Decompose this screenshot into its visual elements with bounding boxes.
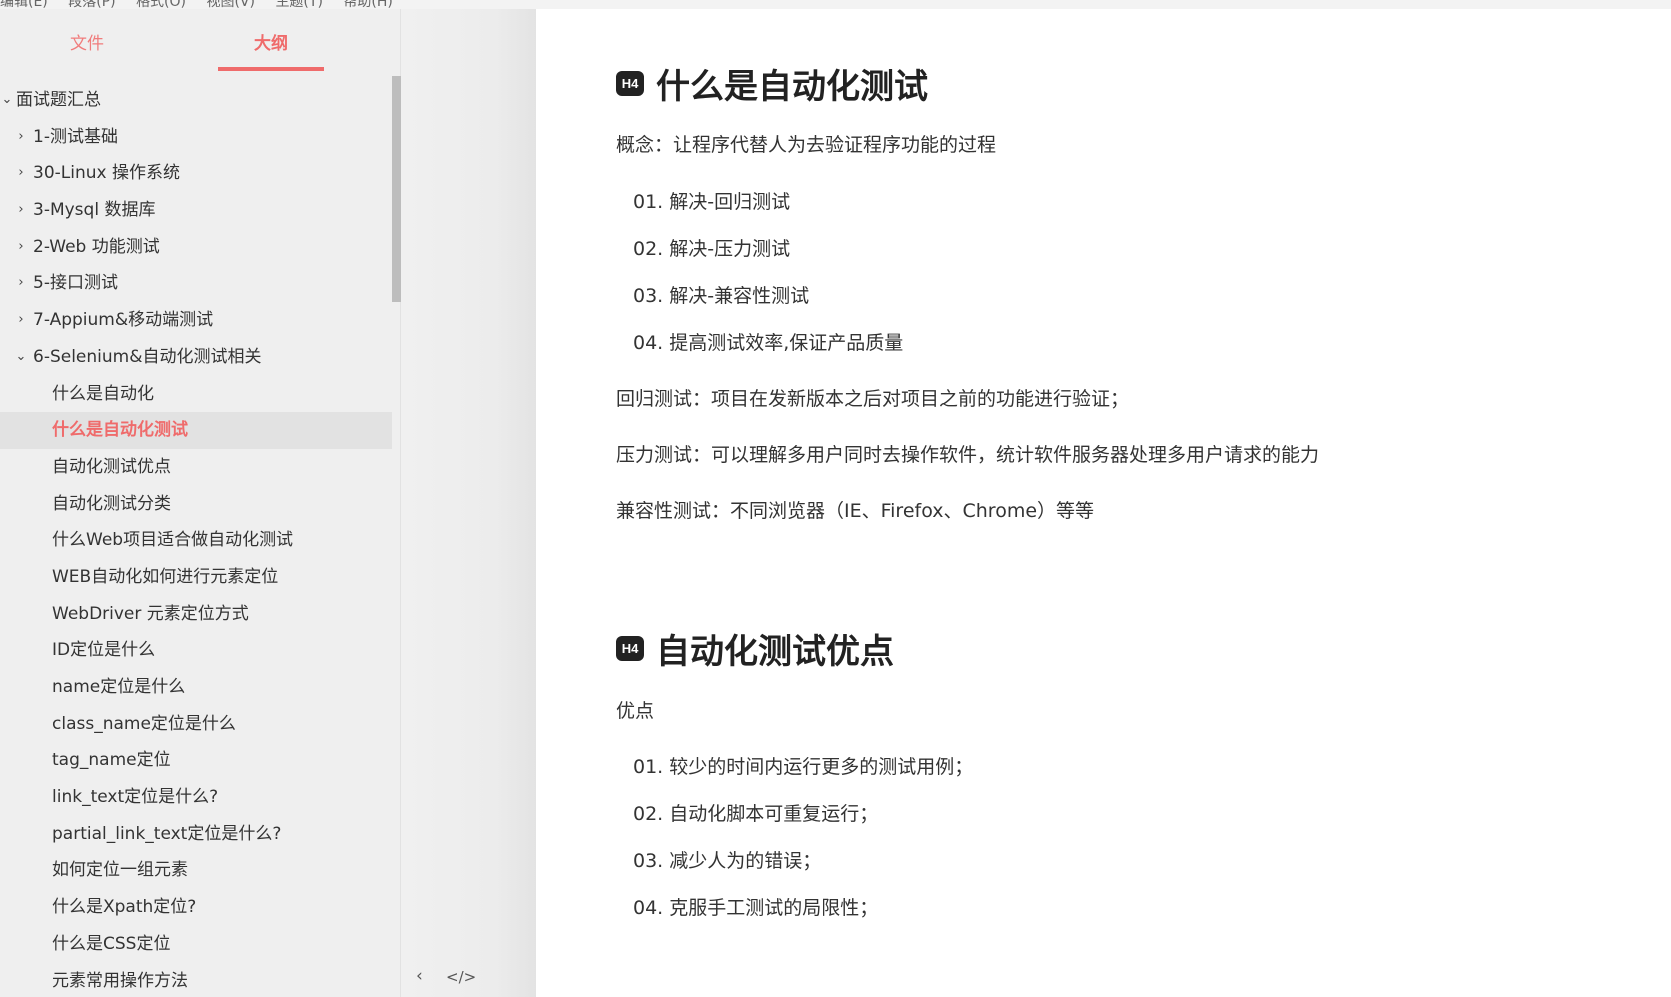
- outline-item[interactable]: 什么Web项目适合做自动化测试: [0, 522, 392, 559]
- list-item[interactable]: 02. 自动化脚本可重复运行；: [633, 799, 878, 826]
- outline-item-label: 6-Selenium&自动化测试相关: [33, 346, 262, 367]
- chevron-right-icon[interactable]: ›: [14, 302, 28, 339]
- list-item[interactable]: 03. 解决-兼容性测试: [633, 281, 809, 308]
- outline-item-label: 1-测试基础: [33, 126, 118, 147]
- outline-item[interactable]: class_name定位是什么: [0, 706, 392, 743]
- outline-item-label: 如何定位一组元素: [52, 860, 188, 881]
- outline-item[interactable]: › 5-接口测试: [0, 265, 392, 302]
- outline-item[interactable]: 什么是自动化: [0, 376, 392, 413]
- sidebar: 文件 大纲 ⌄ 面试题汇总 › 1-测试基础 › 30-Linux 操作系统 › 3-Mysq…: [0, 9, 401, 997]
- chevron-right-icon[interactable]: ›: [14, 229, 28, 266]
- chevron-right-icon[interactable]: ›: [14, 155, 28, 192]
- outline-item[interactable]: ID定位是什么: [0, 632, 392, 669]
- outline-item[interactable]: ⌄ 面试题汇总: [0, 82, 392, 119]
- outline-item[interactable]: 什么是CSS定位: [0, 926, 392, 963]
- chevron-right-icon[interactable]: ›: [14, 265, 28, 302]
- list-item[interactable]: 04. 克服手工测试的局限性；: [633, 893, 878, 920]
- outline-item-label: 30-Linux 操作系统: [33, 163, 180, 184]
- outline-item[interactable]: link_text定位是什么?: [0, 779, 392, 816]
- outline-item[interactable]: tag_name定位: [0, 742, 392, 779]
- chevron-down-icon[interactable]: ⌄: [14, 339, 28, 376]
- outline-item-label: 什么是自动化测试: [52, 420, 188, 441]
- heading-section2[interactable]: H4 自动化测试优点: [616, 626, 894, 672]
- list-item[interactable]: 03. 减少人为的错误；: [633, 846, 821, 873]
- menu-bar: 编辑(E) 段落(P) 格式(O) 视图(V) 主题(T) 帮助(H): [0, 0, 1671, 9]
- outline-item[interactable]: 元素常用操作方法: [0, 963, 392, 997]
- document-editor[interactable]: H4 什么是自动化测试 概念：让程序代替人为去验证程序功能的过程 01. 解决-…: [536, 9, 1671, 997]
- stress-paragraph[interactable]: 压力测试：可以理解多用户同时去操作软件，统计软件服务器处理多用户请求的能力: [616, 440, 1319, 467]
- outline-item[interactable]: name定位是什么: [0, 669, 392, 706]
- outline-item-label: ID定位是什么: [52, 640, 156, 661]
- heading-section2-text: 自动化测试优点: [656, 631, 894, 672]
- outline-item[interactable]: partial_link_text定位是什么?: [0, 816, 392, 853]
- tab-files-label: 文件: [70, 34, 104, 54]
- outline-item-label: WebDriver 元素定位方式: [52, 603, 249, 624]
- outline-tree: ⌄ 面试题汇总 › 1-测试基础 › 30-Linux 操作系统 › 3-Mysql 数据库 ›…: [0, 82, 392, 997]
- list-item[interactable]: 02. 解决-压力测试: [633, 234, 790, 261]
- source-code-icon[interactable]: </>: [446, 968, 476, 986]
- chevron-right-icon[interactable]: ›: [14, 192, 28, 229]
- outline-item[interactable]: 什么是自动化测试: [0, 412, 392, 449]
- outline-item[interactable]: 如何定位一组元素: [0, 852, 392, 889]
- chevron-down-icon[interactable]: ⌄: [0, 82, 14, 119]
- list-item[interactable]: 04. 提高测试效率,保证产品质量: [633, 328, 903, 355]
- h4-badge-icon: H4: [616, 635, 644, 661]
- outline-item[interactable]: ⌄ 6-Selenium&自动化测试相关: [0, 339, 392, 376]
- outline-item-label: 元素常用操作方法: [52, 970, 188, 991]
- outline-item-label: 面试题汇总: [16, 90, 101, 110]
- outline-item-label: 2-Web 功能测试: [33, 236, 160, 257]
- tab-files[interactable]: 文件: [34, 29, 140, 71]
- concept-paragraph[interactable]: 概念：让程序代替人为去验证程序功能的过程: [616, 130, 996, 157]
- outline-item[interactable]: 自动化测试分类: [0, 486, 392, 523]
- list-item[interactable]: 01. 较少的时间内运行更多的测试用例；: [633, 752, 973, 779]
- sidebar-tabs: 文件 大纲: [0, 9, 400, 71]
- outline-item[interactable]: › 30-Linux 操作系统: [0, 155, 392, 192]
- outline-item-label: 什么Web项目适合做自动化测试: [52, 530, 294, 551]
- collapse-sidebar-icon[interactable]: ‹: [416, 966, 423, 986]
- outline-item[interactable]: 什么是Xpath定位?: [0, 889, 392, 926]
- outline-item-label: 3-Mysql 数据库: [33, 200, 156, 221]
- menu-items: 编辑(E) 段落(P) 格式(O) 视图(V) 主题(T) 帮助(H): [0, 0, 409, 9]
- outline-item[interactable]: 自动化测试优点: [0, 449, 392, 486]
- regression-paragraph[interactable]: 回归测试：项目在发新版本之后对项目之前的功能进行验证；: [616, 384, 1129, 411]
- outline-item-label: 什么是自动化: [52, 383, 154, 404]
- outline-item-label: WEB自动化如何进行元素定位: [52, 566, 279, 587]
- outline-item-label: 什么是Xpath定位?: [52, 897, 197, 918]
- chevron-right-icon[interactable]: ›: [14, 119, 28, 156]
- heading-section1[interactable]: H4 什么是自动化测试: [616, 61, 928, 107]
- outline-item-label: tag_name定位: [52, 750, 171, 771]
- outline-item-label: 自动化测试优点: [52, 456, 171, 477]
- outline-item-label: 什么是CSS定位: [52, 933, 171, 954]
- sidebar-footer: ‹ </>: [401, 960, 536, 997]
- outline-item[interactable]: › 7-Appium&移动端测试: [0, 302, 392, 339]
- sidebar-gutter: [401, 9, 536, 997]
- outline-item[interactable]: › 3-Mysql 数据库: [0, 192, 392, 229]
- outline-item[interactable]: › 2-Web 功能测试: [0, 229, 392, 266]
- compat-paragraph[interactable]: 兼容性测试：不同浏览器（IE、Firefox、Chrome）等等: [616, 496, 1094, 523]
- sidebar-scrollbar[interactable]: [392, 76, 401, 302]
- menu-format[interactable]: 格式(O): [136, 0, 186, 9]
- active-tab-underline: [218, 67, 324, 71]
- outline-item-label: partial_link_text定位是什么?: [52, 823, 282, 844]
- tab-outline[interactable]: 大纲: [218, 29, 324, 71]
- menu-paragraph[interactable]: 段落(P): [68, 0, 115, 9]
- menu-view[interactable]: 视图(V): [206, 0, 255, 9]
- menu-edit[interactable]: 编辑(E): [0, 0, 48, 9]
- outline-item[interactable]: WebDriver 元素定位方式: [0, 596, 392, 633]
- tab-outline-label: 大纲: [254, 34, 288, 54]
- outline-item-label: link_text定位是什么?: [52, 787, 219, 808]
- outline-item-label: name定位是什么: [52, 677, 186, 697]
- outline-item-label: 自动化测试分类: [52, 493, 171, 514]
- outline-item-label: class_name定位是什么: [52, 713, 236, 734]
- outline-item-label: 5-接口测试: [33, 273, 118, 294]
- outline-item[interactable]: WEB自动化如何进行元素定位: [0, 559, 392, 596]
- menu-theme[interactable]: 主题(T): [275, 0, 322, 9]
- h4-badge-icon: H4: [616, 70, 644, 96]
- outline-item-label: 7-Appium&移动端测试: [33, 310, 214, 331]
- outline-item[interactable]: › 1-测试基础: [0, 119, 392, 156]
- list-item[interactable]: 01. 解决-回归测试: [633, 187, 790, 214]
- menu-help[interactable]: 帮助(H): [343, 0, 392, 9]
- advantages-intro[interactable]: 优点: [616, 696, 654, 723]
- heading-section1-text: 什么是自动化测试: [656, 66, 928, 107]
